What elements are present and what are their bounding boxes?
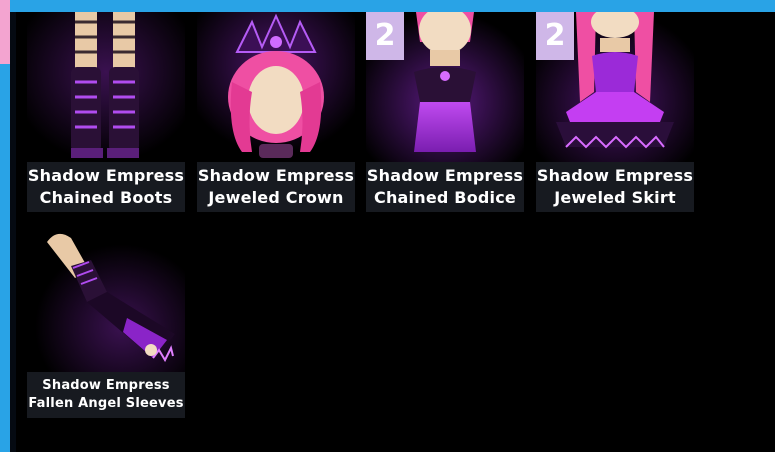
item-thumbnail	[27, 12, 185, 162]
item-name-line2: Jeweled Crown	[208, 188, 344, 207]
item-name-line1: Shadow Empress	[366, 166, 524, 185]
item-name-line2: Chained Bodice	[374, 188, 516, 207]
frame-corner-accent-top	[0, 0, 10, 12]
item-card-jeweled-skirt[interactable]: 2 Shadow Empress Jeweled Skirt	[536, 12, 694, 212]
item-name-line1: Shadow Empress	[197, 166, 355, 185]
frame-left-border	[0, 0, 10, 452]
item-name-label: Shadow Empress Chained Bodice	[366, 162, 524, 212]
frame-inner-edge	[10, 12, 16, 452]
quantity-badge: 2	[536, 12, 574, 60]
crown-icon	[197, 12, 355, 162]
item-card-chained-boots[interactable]: Shadow Empress Chained Boots	[27, 12, 185, 212]
item-thumbnail	[27, 222, 185, 372]
item-name-line1: Shadow Empress	[27, 166, 185, 185]
item-card-fallen-angel-sleeves[interactable]: Shadow Empress Fallen Angel Sleeves	[27, 222, 185, 422]
item-card-jeweled-crown[interactable]: Shadow Empress Jeweled Crown	[197, 12, 355, 212]
item-name-line2: Fallen Angel Sleeves	[28, 396, 184, 411]
item-name-line1: Shadow Empress	[42, 378, 170, 393]
item-name-label: Shadow Empress Fallen Angel Sleeves	[27, 372, 185, 418]
item-name-line1: Shadow Empress	[536, 166, 694, 185]
quantity-badge: 2	[366, 12, 404, 60]
item-name-label: Shadow Empress Chained Boots	[27, 162, 185, 212]
item-name-label: Shadow Empress Jeweled Crown	[197, 162, 355, 212]
item-name-line2: Jeweled Skirt	[554, 188, 676, 207]
item-name-line2: Chained Boots	[39, 188, 173, 207]
sleeve-icon	[27, 222, 185, 372]
boots-icon	[27, 12, 185, 162]
frame-top-border	[0, 0, 775, 12]
item-card-chained-bodice[interactable]: 2 Shadow Empress Chained Bodice	[366, 12, 524, 212]
item-name-label: Shadow Empress Jeweled Skirt	[536, 162, 694, 212]
item-thumbnail	[197, 12, 355, 162]
